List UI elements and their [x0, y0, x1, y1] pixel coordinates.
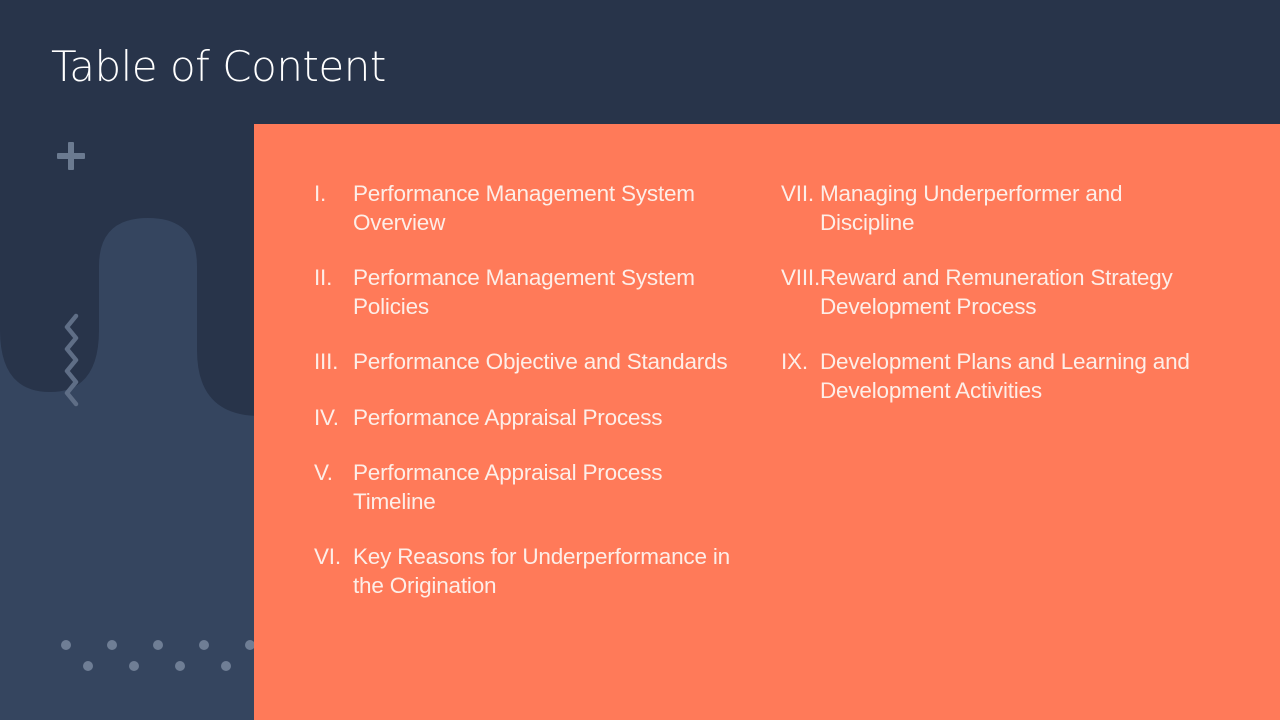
background-wave	[0, 218, 260, 720]
toc-numeral: V.	[314, 460, 333, 485]
toc-label: Managing Underperformer and Discipline	[820, 181, 1123, 235]
plus-icon	[57, 142, 85, 170]
toc-label: Performance Objective and Standards	[353, 349, 728, 374]
toc-numeral: VII.	[781, 181, 814, 206]
dot	[199, 640, 209, 650]
toc-numeral: II.	[314, 265, 333, 290]
toc-label: Key Reasons for Underperformance in the …	[353, 544, 730, 598]
toc-item: IX. Development Plans and Learning and De…	[781, 348, 1221, 405]
toc-item: VIII. Reward and Remuneration Strategy De…	[781, 264, 1221, 321]
toc-numeral: VIII.	[781, 265, 821, 290]
toc-label: Performance Management System Policies	[353, 265, 695, 319]
toc-item: II. Performance Management System Policie…	[314, 264, 744, 321]
toc-item: III. Performance Objective and Standards	[314, 348, 744, 377]
toc-item: VII. Managing Underperformer and Discipli…	[781, 180, 1221, 237]
dot	[153, 640, 163, 650]
toc-item: VI. Key Reasons for Underperformance in t…	[314, 543, 744, 600]
toc-numeral: III.	[314, 349, 339, 374]
toc-label: Performance Management System Overview	[353, 181, 695, 235]
slide-title: Table of Content	[51, 42, 386, 91]
dot	[107, 640, 117, 650]
toc-right-column: VII. Managing Underperformer and Discipli…	[781, 180, 1221, 432]
toc-label: Performance Appraisal Process Timeline	[353, 460, 663, 514]
toc-label: Development Plans and Learning and Devel…	[820, 349, 1190, 403]
toc-item: I. Performance Management System Overview	[314, 180, 744, 237]
toc-numeral: VI.	[314, 544, 341, 569]
toc-item: IV. Performance Appraisal Process	[314, 404, 744, 433]
dot	[129, 661, 139, 671]
dot	[221, 661, 231, 671]
dot	[61, 640, 71, 650]
toc-numeral: IX.	[781, 349, 808, 374]
toc-item: V. Performance Appraisal Process Timeline	[314, 459, 744, 516]
toc-label: Performance Appraisal Process	[353, 404, 663, 430]
toc-numeral: I.	[314, 181, 327, 206]
toc-left-column: I. Performance Management System Overview…	[314, 180, 744, 627]
dot	[175, 661, 185, 671]
dot	[83, 661, 93, 671]
toc-label: Reward and Remuneration Strategy Develop…	[820, 265, 1173, 319]
toc-numeral: IV.	[314, 404, 339, 430]
